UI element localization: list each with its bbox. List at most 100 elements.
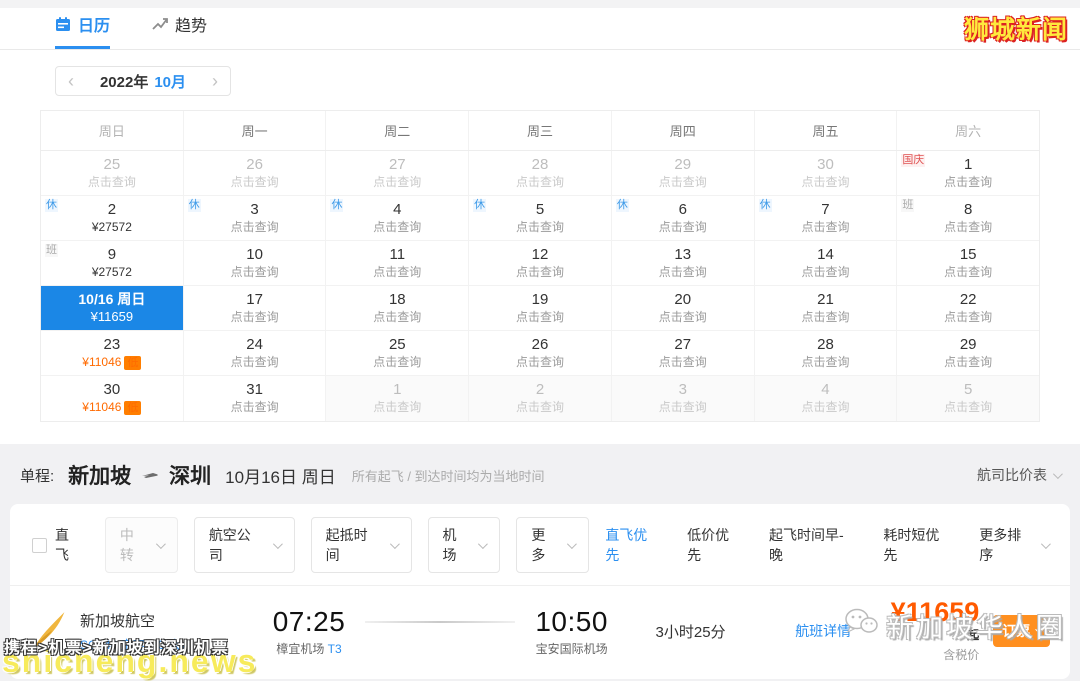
calendar-week-row: 23 ¥11046 低 24 点击查询 25 点击查询 26 点击查询 27 点击查询 28 点击查询 2… [41,331,1040,376]
calendar-cell-27[interactable]: 27 点击查询 [326,151,470,196]
calendar-cell-15[interactable]: 15 点击查询 [897,241,1040,286]
day-number: 26 [246,156,263,173]
departure-terminal: T3 [327,641,342,656]
calendar-cell-14[interactable]: 14 点击查询 [754,241,898,286]
filter-bar: 直飞 中转 航空公司 起抵时间 机场 更多 直飞优先 低价优先 起飞时间早-晚 耗时短… [10,504,1070,585]
calendar-cell-9[interactable]: 班 9 ¥27572 [41,241,184,286]
day-number: 4 [393,201,402,218]
sort-option-更多排序[interactable]: 更多排序 [979,525,1051,565]
transfer-filter-dropdown[interactable]: 中转 [104,517,178,573]
airport-filter-dropdown[interactable]: 机场 [427,517,501,573]
calendar-cell-10-16-周日[interactable]: 10/16 周日 ¥11659 [41,286,184,331]
sort-option-label: 直飞优先 [605,527,648,563]
calendar-cell-30[interactable]: 30 ¥11046 低 [41,376,184,421]
trend-icon [152,16,168,32]
tab-calendar[interactable]: 日历 [55,12,111,49]
flight-duration: 3小时25分 [655,623,726,641]
calendar-cell-27[interactable]: 27 点击查询 [611,331,755,376]
calendar-cell-18[interactable]: 18 点击查询 [326,286,470,331]
day-number: 5 [535,201,545,218]
calendar-cell-26[interactable]: 26 点击查询 [469,331,612,376]
chevron-down-icon [567,538,578,549]
trip-type-label: 单程: [20,467,55,485]
sort-option-起飞时间早-晚[interactable]: 起飞时间早-晚 [769,525,857,565]
next-month-icon[interactable]: › [212,72,218,90]
calendar-cell-19[interactable]: 19 点击查询 [469,286,612,331]
calendar-cell-28[interactable]: 28 点击查询 [469,151,612,196]
calendar-week-row: 25 点击查询 26 点击查询 27 点击查询 28 点击查询 29 点击查询 30 点击查询 国庆 1 点… [41,151,1040,196]
day-query-label: 点击查询 [658,175,707,189]
calendar-cell-30[interactable]: 30 点击查询 [754,151,898,196]
time-filter-dropdown[interactable]: 起抵时间 [310,517,412,573]
calendar-cell-31[interactable]: 31 点击查询 [183,376,327,421]
airline-filter-dropdown[interactable]: 航空公司 [193,517,295,573]
day-query-label: 点击查询 [944,265,993,279]
month-label: 2022年 10月 [100,71,186,92]
calendar-cell-11[interactable]: 11 点击查询 [326,241,470,286]
airline-compare-link[interactable]: 航司比价表 [977,465,1063,485]
calendar-cell-3[interactable]: 休 3 点击查询 [183,196,327,241]
calendar-icon [55,16,71,32]
day-query-label: 点击查询 [230,310,279,324]
calendar-cell-3[interactable]: 3 点击查询 [611,376,755,421]
sort-option-低价优先[interactable]: 低价优先 [687,525,743,565]
day-query-label: 点击查询 [230,175,279,189]
calendar-cell-5[interactable]: 5 点击查询 [897,376,1040,421]
calendar-cell-25[interactable]: 25 点击查询 [326,331,470,376]
calendar-cell-21[interactable]: 21 点击查询 [754,286,898,331]
calendar-cell-5[interactable]: 休 5 点击查询 [469,196,612,241]
calendar-cell-6[interactable]: 休 6 点击查询 [611,196,755,241]
calendar-cell-23[interactable]: 23 ¥11046 低 [41,331,184,376]
calendar-cell-17[interactable]: 17 点击查询 [183,286,327,331]
day-number: 25 [103,156,121,173]
calendar-cell-28[interactable]: 28 点击查询 [754,331,898,376]
calendar-cell-24[interactable]: 24 点击查询 [183,331,327,376]
time-filter-label: 起抵时间 [325,527,368,563]
day-number: 15 [959,246,977,263]
calendar-cell-20[interactable]: 20 点击查询 [611,286,755,331]
tab-trend[interactable]: 趋势 [152,12,207,49]
day-badge: 休 [473,199,487,212]
airline-filter-label: 航空公司 [208,527,251,563]
calendar-cell-8[interactable]: 班 8 点击查询 [897,196,1040,241]
day-price: ¥11046 低 [41,399,183,415]
day-number: 2 [107,201,117,218]
calendar-cell-13[interactable]: 13 点击查询 [611,241,755,286]
chevron-down-icon [478,538,489,549]
day-number: 14 [817,246,834,263]
departure-block: 07:25 樟宜机场 T3 [259,606,360,657]
low-price-badge: 低 [124,401,142,415]
day-price: ¥27572 [91,220,132,234]
sort-option-label: 耗时短优先 [883,527,940,563]
day-number: 31 [246,381,263,398]
prev-month-icon[interactable]: ‹ [68,72,74,90]
day-query-label: 点击查询 [516,175,565,189]
calendar-cell-7[interactable]: 休 7 点击查询 [754,196,898,241]
calendar-cell-2[interactable]: 2 点击查询 [469,376,612,421]
day-number: 6 [678,201,687,218]
calendar-cell-1[interactable]: 1 点击查询 [326,376,470,421]
tab-trend-label: 趋势 [175,18,208,35]
calendar-cell-25[interactable]: 25 点击查询 [41,151,184,196]
calendar-cell-1[interactable]: 国庆 1 点击查询 [897,151,1040,196]
day-query-label: 点击查询 [516,265,565,279]
sort-option-耗时短优先[interactable]: 耗时短优先 [883,525,953,565]
chevron-down-icon [1040,538,1051,549]
calendar-cell-22[interactable]: 22 点击查询 [897,286,1040,331]
calendar-cell-29[interactable]: 29 点击查询 [611,151,755,196]
calendar-cell-29[interactable]: 29 点击查询 [897,331,1040,376]
calendar-cell-4[interactable]: 4 点击查询 [754,376,898,421]
calendar-cell-26[interactable]: 26 点击查询 [183,151,327,196]
more-filter-dropdown[interactable]: 更多 [516,517,590,573]
direct-flight-checkbox[interactable] [32,537,47,553]
trip-date: 10月16日 周日 [225,467,336,487]
calendar-cell-2[interactable]: 休 2 ¥27572 [41,196,184,241]
origin-city: 新加坡 [68,465,132,488]
month-row: ‹ 2022年 10月 › [0,50,1080,96]
calendar-cell-10[interactable]: 10 点击查询 [183,241,327,286]
day-badge: 休 [45,199,58,212]
calendar-cell-4[interactable]: 休 4 点击查询 [326,196,470,241]
calendar-cell-12[interactable]: 12 点击查询 [469,241,612,286]
sort-option-直飞优先[interactable]: 直飞优先 [605,525,661,565]
day-number: 22 [959,291,977,308]
